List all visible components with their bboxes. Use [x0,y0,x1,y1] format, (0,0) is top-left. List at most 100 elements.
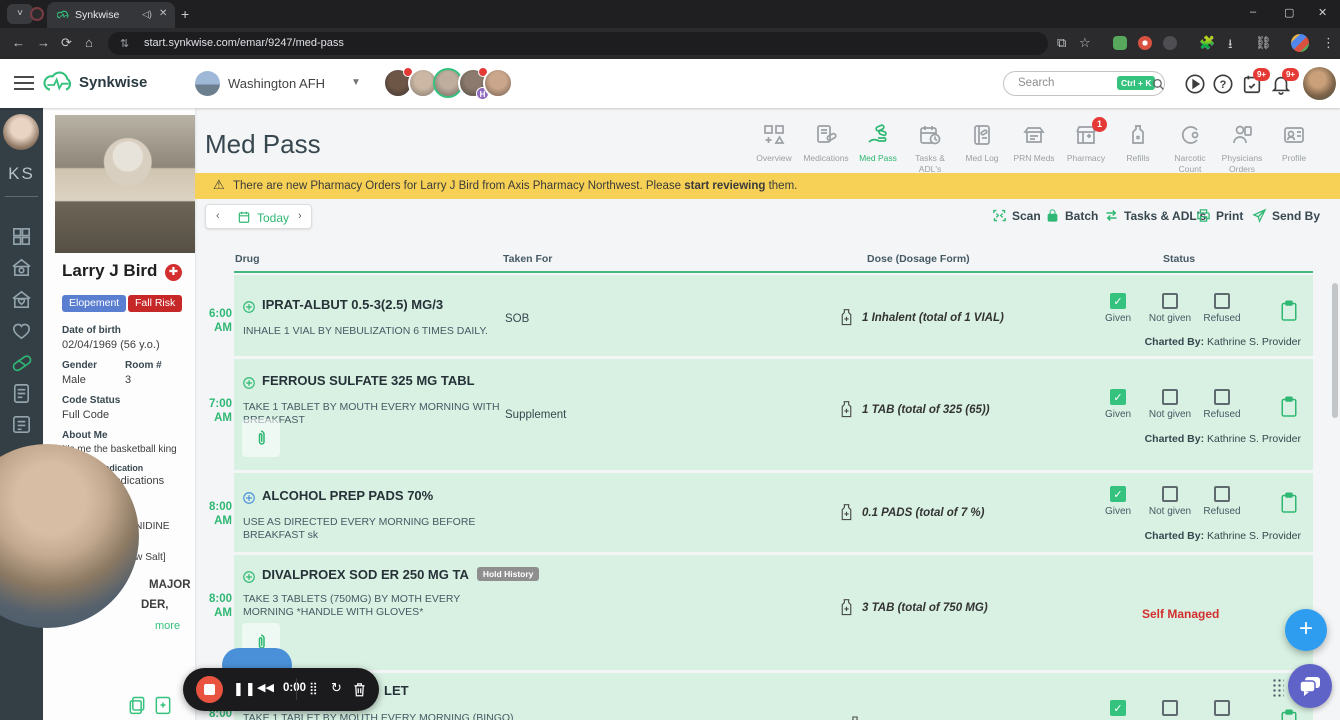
browser-profile-avatar[interactable] [1291,34,1309,52]
extension-icon-dark[interactable] [1163,36,1177,50]
prev-day-button[interactable]: ‹ [216,210,220,222]
scan-button[interactable]: Scan [992,208,1041,223]
add-fab-button[interactable]: + [1285,609,1327,651]
sidebar-item-facility-icon[interactable] [10,256,33,279]
home-button[interactable]: ⌂ [85,35,93,50]
drug-name[interactable]: LET [384,683,409,698]
restart-recording-icon[interactable]: ↻ [331,680,342,696]
link-icon[interactable]: ⛓ [1255,35,1272,51]
window-minimize-button[interactable]: – [1250,6,1256,18]
tab-prn-meds[interactable]: PRN Meds [1008,123,1060,164]
facility-caret-icon[interactable]: ▼ [351,77,361,88]
facility-selector[interactable]: Washington AFH [228,76,325,91]
sidebar-item-medications-icon[interactable] [10,351,33,374]
status-refused[interactable]: Refused [1196,293,1248,324]
chart-clipboard-icon[interactable] [1280,492,1298,514]
status-not-given[interactable]: Not given [1144,389,1196,420]
facility-photo[interactable] [195,71,220,96]
drug-name[interactable]: IPRAT-ALBUT 0.5-3(2.5) MG/3 [262,297,443,312]
tab-narcotic-count[interactable]: Narcotic Count [1164,123,1216,174]
status-refused[interactable] [1196,700,1248,716]
back-button[interactable]: ← [12,35,25,50]
banner-start-reviewing-link[interactable]: start reviewing [684,180,765,192]
status-not-given[interactable]: Not given [1144,486,1196,517]
send-by-button[interactable]: Send By [1252,208,1320,223]
user-avatar[interactable] [1303,67,1336,100]
med-row[interactable]: ALCOHOL PREP PADS 70% USE AS DIRECTED EV… [234,473,1313,552]
chart-clipboard-icon[interactable] [1280,709,1298,720]
new-tab-button[interactable]: + [181,6,189,22]
medical-alert-icon[interactable]: ✚ [165,264,182,281]
sidebar-item-health-icon[interactable] [10,319,33,342]
help-icon[interactable]: ? [1212,73,1234,95]
status-not-given[interactable] [1144,700,1196,716]
drug-name[interactable]: ALCOHOL PREP PADS 70% [262,488,433,503]
status-given[interactable]: ✓ Given [1092,389,1144,420]
tasks-adls-button[interactable]: Tasks & ADL's [1104,208,1206,223]
sidebar-item-dashboard-icon[interactable] [10,225,33,248]
tab-medications[interactable]: Medications [800,123,852,164]
chat-widget-button[interactable] [1288,664,1332,708]
tools-grid-icon[interactable]: ⣿ [309,681,318,695]
status-refused[interactable]: Refused [1196,389,1248,420]
copy-documents-icon[interactable] [127,695,147,715]
hold-history-badge[interactable]: Hold History [476,567,540,581]
tab-pharmacy[interactable]: Pharmacy 1 [1060,117,1112,164]
status-given[interactable]: ✓ Given [1092,293,1144,324]
drug-name[interactable]: DIVALPROEX SOD ER 250 MG TA Hold History [262,567,540,583]
print-button[interactable]: Print [1196,208,1243,223]
global-search-input[interactable]: Search Ctrl + K [1003,71,1165,96]
pause-recording-icon[interactable]: ❚❚ [233,681,257,697]
bookmark-star-icon[interactable]: ☆ [1079,35,1091,51]
flag-elopement[interactable]: Elopement [62,295,127,312]
reload-button[interactable]: ⟳ [61,35,72,51]
tab-med-pass[interactable]: Med Pass [852,123,904,164]
status-given[interactable]: ✓ Given [1092,486,1144,517]
site-settings-icon[interactable]: ⇅ [120,37,129,50]
stop-recording-button[interactable] [196,676,223,703]
today-button[interactable]: Today [257,211,289,225]
med-row[interactable]: LET TAKE 1 TABLET BY MOUTH EVERY MORNING… [234,673,1313,720]
forward-button[interactable]: → [37,35,50,50]
brand-name[interactable]: Synkwise [79,74,147,91]
tab-audio-icon[interactable]: ◁) [142,9,152,20]
med-row[interactable]: IPRAT-ALBUT 0.5-3(2.5) MG/3 INHALE 1 VIA… [234,275,1313,356]
rewind-icon[interactable]: ◀◀ [257,681,274,694]
flag-fall-risk[interactable]: Fall Risk [128,295,183,312]
batch-button[interactable]: Batch [1045,208,1098,223]
scrollbar-thumb[interactable] [1332,283,1338,418]
tab-med-log[interactable]: Med Log [956,123,1008,164]
tab-physicians-orders[interactable]: Physicians Orders [1216,123,1268,174]
browser-tab[interactable]: Synkwise ◁) ✕ [47,2,175,28]
chart-clipboard-icon[interactable] [1280,300,1298,322]
tab-overview[interactable]: Overview [748,123,800,164]
tab-profile[interactable]: Profile [1268,123,1320,164]
hamburger-menu-icon[interactable] [14,76,34,90]
caregiver-avatar[interactable] [3,114,39,150]
reading-mode-icon[interactable]: ⧉ [1057,35,1066,51]
medical-file-icon[interactable] [153,695,173,715]
search-icon[interactable] [1152,78,1165,91]
extensions-puzzle-icon[interactable]: 🧩 [1199,35,1215,51]
sidebar-item-reports-icon[interactable] [10,413,33,436]
tab-tasks-adl-s[interactable]: Tasks & ADL's [904,123,956,174]
med-row[interactable]: FERROUS SULFATE 325 MG TABL TAKE 1 TABLE… [234,359,1313,470]
status-given[interactable]: ✓ [1092,700,1144,716]
browser-menu-icon[interactable]: ⋮ [1322,35,1335,51]
med-row[interactable]: DIVALPROEX SOD ER 250 MG TA Hold History … [234,555,1313,670]
delete-recording-icon[interactable] [352,681,367,698]
chart-clipboard-icon[interactable] [1280,396,1298,418]
extension-icon-red[interactable] [1138,36,1152,50]
window-close-button[interactable]: ✕ [1318,6,1327,19]
widget-drag-handle[interactable] [1272,678,1284,699]
tour-play-icon[interactable] [1184,73,1206,95]
tab-refills[interactable]: Refills [1112,123,1164,164]
attachment-chip[interactable] [242,419,280,457]
diagnoses-more-link[interactable]: more [155,620,180,632]
sidebar-item-documents-icon[interactable] [10,382,33,405]
status-refused[interactable]: Refused [1196,486,1248,517]
window-maximize-button[interactable]: ▢ [1284,6,1294,19]
drug-name[interactable]: FERROUS SULFATE 325 MG TABL [262,373,475,388]
resident-avatar[interactable] [483,68,513,98]
tab-close-icon[interactable]: ✕ [159,8,167,19]
